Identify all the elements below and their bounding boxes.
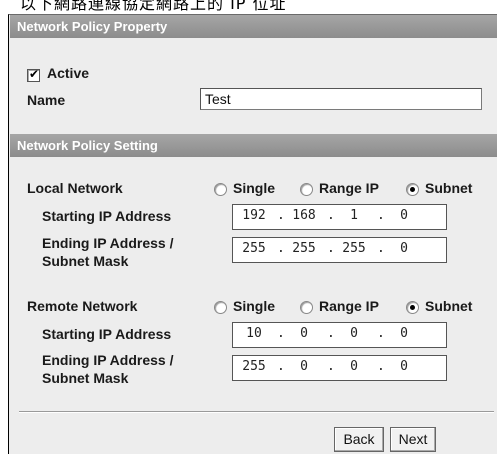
ip-octet: 0 (400, 359, 408, 374)
local-end-label: Ending IP Address / Subnet Mask (42, 234, 173, 270)
active-label: Active (47, 65, 90, 81)
footer-divider (19, 411, 494, 413)
local-network-label: Local Network (27, 180, 123, 196)
remote-end-label-line1: Ending IP Address / (42, 352, 174, 368)
ip-octet: 0 (400, 208, 408, 223)
local-start-ip-input[interactable]: 192 . 168 . 1 . 0 (232, 204, 447, 230)
ip-octet: 0 (300, 326, 308, 341)
ip-octet: 255 (342, 241, 366, 256)
local-end-label-line2: Subnet Mask (42, 253, 129, 269)
ip-octet: 255 (242, 241, 266, 256)
setting-section-header: Network Policy Setting (10, 134, 497, 157)
remote-single-label: Single (233, 298, 276, 314)
remote-single-radio[interactable] (214, 301, 227, 314)
local-start-label: Starting IP Address (42, 208, 172, 224)
name-label: Name (27, 92, 66, 108)
ip-octet: 0 (350, 359, 358, 374)
ip-octet: 255 (292, 241, 316, 256)
remote-start-label: Starting IP Address (42, 326, 172, 342)
back-button[interactable]: Back (334, 427, 384, 452)
remote-start-ip-input[interactable]: 10 . 0 . 0 . 0 (232, 322, 447, 348)
ip-dot: . (277, 326, 285, 341)
ip-dot: . (327, 208, 335, 223)
local-range-label: Range IP (319, 180, 379, 196)
checkmark-icon: ✔ (29, 67, 40, 81)
remote-network-label: Remote Network (27, 298, 138, 314)
network-policy-panel: Network Policy Property ✔ Active Name Te… (8, 14, 497, 454)
ip-octet: 0 (300, 359, 308, 374)
remote-end-ip-input[interactable]: 255 . 0 . 0 . 0 (232, 355, 447, 381)
property-section-header: Network Policy Property (10, 15, 497, 38)
ip-dot: . (327, 241, 335, 256)
ip-octet: 192 (242, 208, 266, 223)
local-single-label: Single (233, 180, 276, 196)
remote-subnet-radio[interactable] (406, 301, 419, 314)
page-caption: 以下網路連線協定網路上的 IP 位址 (20, 0, 287, 13)
remote-subnet-label: Subnet (425, 298, 473, 314)
local-end-ip-input[interactable]: 255 . 255 . 255 . 0 (232, 237, 447, 263)
next-button[interactable]: Next (390, 427, 436, 452)
ip-octet: 168 (292, 208, 316, 223)
ip-dot: . (277, 241, 285, 256)
local-single-radio[interactable] (214, 183, 227, 196)
active-checkbox[interactable]: ✔ (27, 67, 40, 82)
ip-octet: 0 (350, 326, 358, 341)
remote-end-label: Ending IP Address / Subnet Mask (42, 351, 173, 387)
local-end-label-line1: Ending IP Address / (42, 235, 174, 251)
local-range-radio[interactable] (300, 183, 313, 196)
remote-range-label: Range IP (319, 298, 379, 314)
name-field[interactable]: Test (200, 88, 482, 110)
ip-dot: . (377, 241, 385, 256)
ip-octet: 255 (242, 359, 266, 374)
ip-dot: . (377, 359, 385, 374)
ip-dot: . (377, 208, 385, 223)
local-subnet-label: Subnet (425, 180, 473, 196)
remote-range-radio[interactable] (300, 301, 313, 314)
ip-dot: . (327, 359, 335, 374)
ip-octet: 0 (400, 241, 408, 256)
ip-octet: 10 (246, 326, 262, 341)
ip-dot: . (277, 208, 285, 223)
local-subnet-radio[interactable] (406, 183, 419, 196)
ip-dot: . (327, 326, 335, 341)
ip-dot: . (277, 359, 285, 374)
ip-octet: 1 (350, 208, 358, 223)
remote-end-label-line2: Subnet Mask (42, 370, 129, 386)
ip-octet: 0 (400, 326, 408, 341)
ip-dot: . (377, 326, 385, 341)
